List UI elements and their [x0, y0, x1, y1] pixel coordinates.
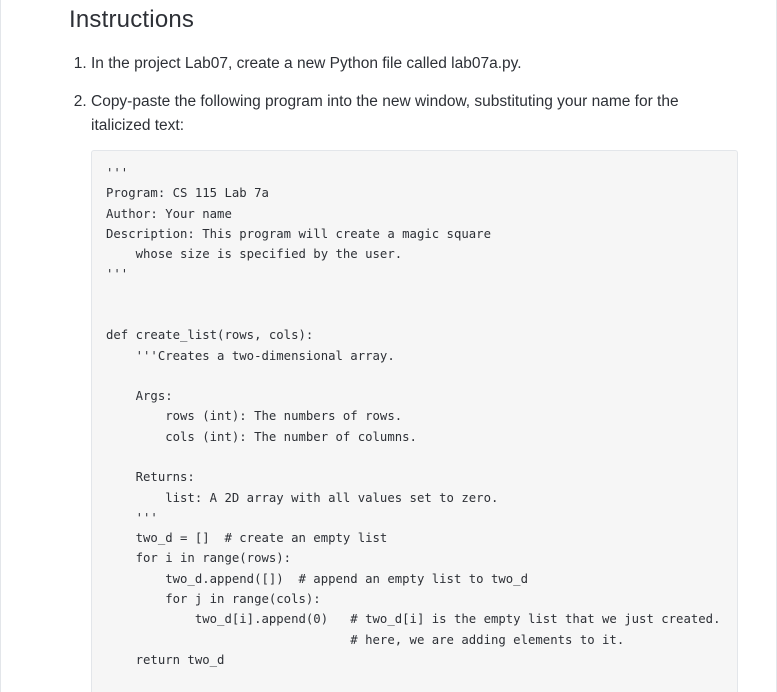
page-container: Instructions In the project Lab07, creat… — [0, 0, 777, 692]
code-block: ''' Program: CS 115 Lab 7a Author: Your … — [91, 150, 738, 692]
content-area: Instructions In the project Lab07, creat… — [29, 6, 758, 692]
step-2-text: Copy-paste the following program into th… — [91, 93, 679, 134]
step-2: Copy-paste the following program into th… — [91, 90, 738, 692]
step-1: In the project Lab07, create a new Pytho… — [91, 52, 738, 76]
instructions-heading: Instructions — [69, 6, 738, 34]
steps-list: In the project Lab07, create a new Pytho… — [69, 52, 738, 692]
